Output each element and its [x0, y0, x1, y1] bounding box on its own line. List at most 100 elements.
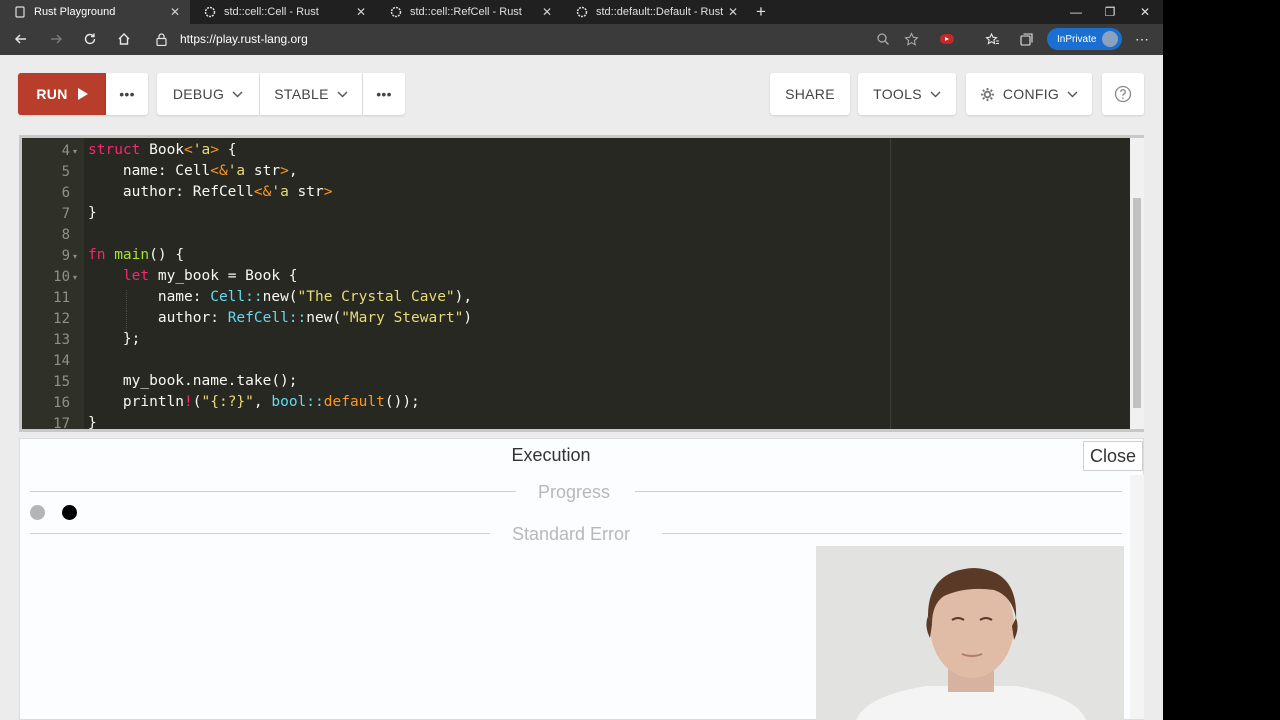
back-icon[interactable] [11, 29, 31, 49]
rust-logo-icon [204, 6, 216, 18]
chevron-down-icon [232, 91, 243, 97]
tab-title: std::cell::RefCell - Rust [410, 6, 522, 18]
code-line: } [88, 415, 97, 431]
close-tab-icon[interactable]: ✕ [540, 5, 554, 19]
browser-window: Rust Playground ✕ std::cell::Cell - Rust… [0, 0, 1163, 720]
playground-header: RUN ••• DEBUG STABLE ••• SHARE TOOLS CON… [0, 55, 1163, 135]
line-number: 10 [53, 269, 70, 285]
advanced-options-button[interactable]: ••• [363, 73, 405, 115]
config-dropdown[interactable]: CONFIG [966, 73, 1092, 115]
letterbox-bar [1163, 0, 1280, 720]
close-tab-icon[interactable]: ✕ [354, 5, 368, 19]
profile-avatar [1102, 31, 1118, 47]
more-menu-icon[interactable]: ⋯ [1133, 30, 1151, 48]
channel-dropdown[interactable]: STABLE [260, 73, 362, 115]
section-divider [635, 491, 1122, 492]
line-number: 11 [53, 290, 70, 306]
run-button[interactable]: RUN [18, 73, 106, 115]
tab-strip: Rust Playground ✕ std::cell::Cell - Rust… [0, 0, 1163, 24]
line-number: 7 [61, 206, 70, 222]
config-label: CONFIG [1002, 86, 1060, 102]
tab-default-docs[interactable]: std::default::Default - Rust ✕ [562, 0, 748, 24]
progress-heading: Progress [538, 482, 611, 502]
editor-scrollbar[interactable] [1130, 138, 1144, 429]
code-line: struct Book<'a> { [88, 142, 237, 158]
ellipsis-icon: ••• [119, 86, 135, 102]
section-divider [30, 533, 490, 534]
line-number: 5 [61, 164, 70, 180]
gear-icon [980, 87, 994, 101]
window-close-icon[interactable]: ✕ [1135, 3, 1155, 21]
mode-label: DEBUG [172, 86, 225, 102]
output-scrollbar[interactable] [1130, 475, 1144, 719]
fold-arrow-icon[interactable]: ▾ [73, 252, 77, 261]
tab-rust-playground[interactable]: Rust Playground ✕ [0, 0, 190, 24]
zoom-icon[interactable] [874, 30, 892, 48]
loading-dot-icon [30, 505, 45, 520]
webcam-overlay [816, 546, 1124, 720]
maximize-icon[interactable]: ❐ [1100, 3, 1120, 21]
line-number: 6 [61, 185, 70, 201]
help-button[interactable] [1102, 73, 1144, 115]
tab-refcell-docs[interactable]: std::cell::RefCell - Rust ✕ [376, 0, 562, 24]
chevron-down-icon [930, 91, 941, 97]
collections-icon[interactable] [1017, 30, 1035, 48]
inprivate-badge[interactable]: InPrivate [1047, 28, 1122, 50]
share-label: SHARE [785, 86, 835, 102]
presenter-figure [816, 546, 1124, 720]
address-toolbar: https://play.rust-lang.org InPrivate ⋯ [0, 24, 1163, 55]
section-divider [662, 533, 1122, 534]
line-number: 16 [53, 395, 70, 411]
new-tab-icon[interactable]: + [752, 3, 770, 21]
line-number: 15 [53, 374, 70, 390]
close-label: Close [1089, 445, 1137, 466]
editor-gutter: 4 5 6 7 8 9 10 11 12 13 14 15 16 17 ▾ ▾ … [22, 138, 84, 429]
code-line: name: Cell<&'a str>, [88, 163, 298, 179]
code-line: author: RefCell::new("Mary Stewart") [88, 310, 473, 326]
chevron-down-icon [1067, 91, 1078, 97]
extension-icon[interactable] [938, 30, 956, 48]
channel-label: STABLE [274, 86, 329, 102]
scrollbar-thumb[interactable] [1133, 198, 1141, 408]
tools-label: TOOLS [873, 86, 922, 102]
help-icon [1114, 85, 1132, 103]
home-icon[interactable] [114, 29, 134, 49]
code-line: } [88, 205, 97, 221]
code-line: let my_book = Book { [122, 268, 298, 284]
refresh-icon[interactable] [80, 29, 100, 49]
close-output-button[interactable]: Close [1083, 441, 1143, 471]
fold-arrow-icon[interactable]: ▾ [73, 147, 77, 156]
line-number: 9 [61, 248, 70, 264]
tab-title: Rust Playground [34, 6, 116, 18]
tools-dropdown[interactable]: TOOLS [858, 73, 956, 115]
line-number: 12 [53, 311, 70, 327]
url-bar[interactable]: https://play.rust-lang.org [180, 32, 308, 46]
share-button[interactable]: SHARE [770, 73, 850, 115]
stderr-heading: Standard Error [512, 524, 631, 544]
forward-icon[interactable] [46, 29, 66, 49]
line-number: 8 [61, 227, 70, 243]
run-label: RUN [36, 86, 68, 102]
code-editor[interactable]: 4 5 6 7 8 9 10 11 12 13 14 15 16 17 ▾ ▾ … [19, 135, 1144, 432]
build-options-menu-button[interactable]: ••• [106, 73, 148, 115]
minimize-icon[interactable]: — [1066, 3, 1086, 21]
fold-arrow-icon[interactable]: ▾ [73, 273, 77, 282]
lock-icon[interactable] [156, 33, 167, 46]
close-tab-icon[interactable]: ✕ [168, 5, 182, 19]
line-number: 13 [53, 332, 70, 348]
chevron-down-icon [337, 91, 348, 97]
code-line: author: RefCell<&'a str> [88, 184, 333, 200]
favorites-icon[interactable] [983, 30, 1001, 48]
page-icon [15, 6, 25, 18]
tab-cell-docs[interactable]: std::cell::Cell - Rust ✕ [190, 0, 376, 24]
favorite-star-icon[interactable] [902, 30, 920, 48]
play-icon [77, 88, 88, 100]
rust-logo-icon [576, 6, 588, 18]
output-title: Execution [511, 445, 591, 465]
section-divider [30, 491, 516, 492]
inprivate-label: InPrivate [1057, 33, 1097, 45]
mode-dropdown[interactable]: DEBUG [157, 73, 259, 115]
code-line: my_book.name.take(); [88, 373, 298, 389]
code-line: fn main() { [88, 247, 185, 263]
close-tab-icon[interactable]: ✕ [726, 5, 740, 19]
